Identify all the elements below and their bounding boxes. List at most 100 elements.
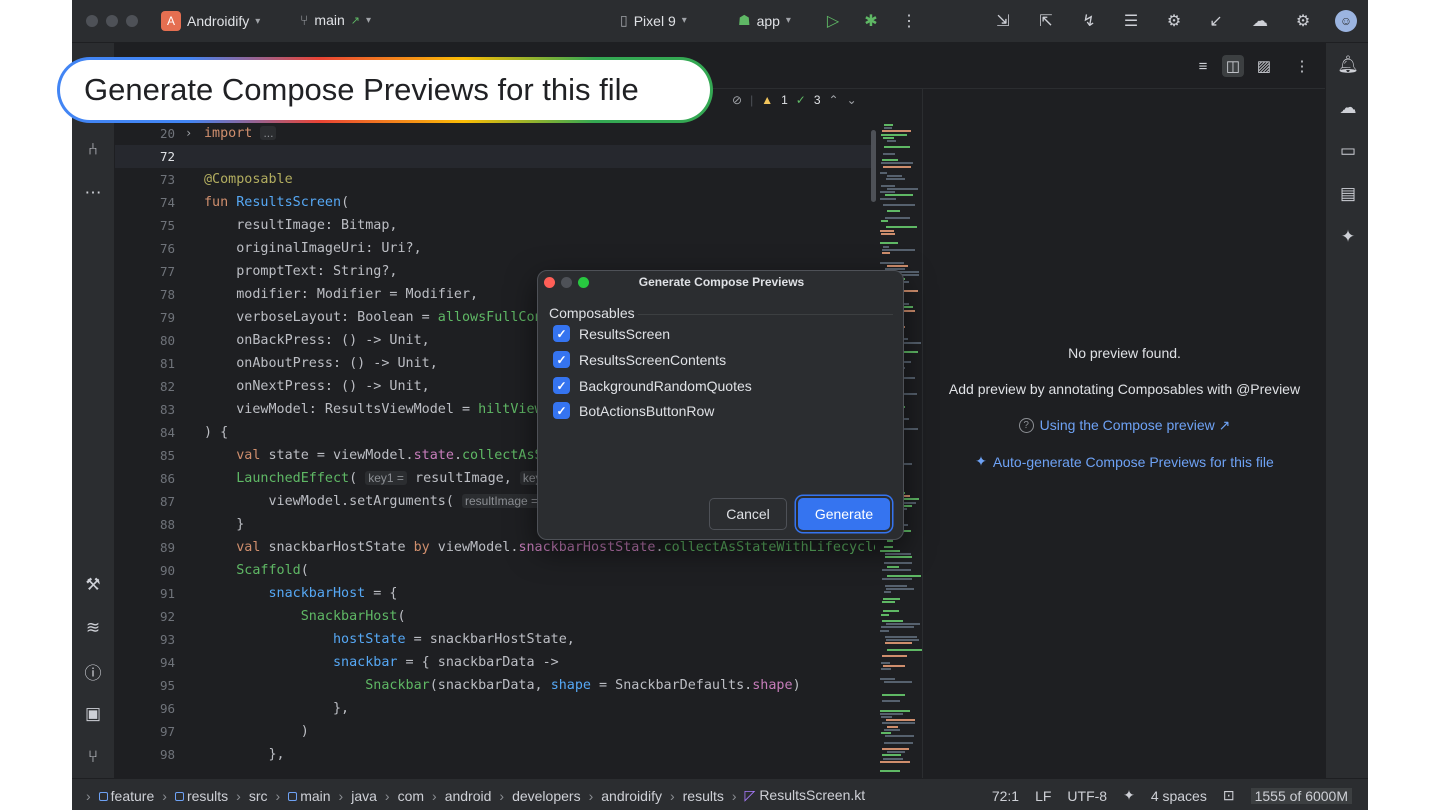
line-number[interactable]: 94	[115, 651, 175, 674]
split-view-icon[interactable]: ◫	[1222, 55, 1244, 77]
generate-button[interactable]: Generate	[798, 498, 890, 530]
line-number[interactable]: 97	[115, 720, 175, 743]
line-number[interactable]: 84	[115, 421, 175, 444]
line-number[interactable]: 20	[115, 122, 175, 145]
more-vertical-icon[interactable]: ⋮	[1291, 55, 1313, 77]
line-number[interactable]: 89	[115, 536, 175, 559]
device-selector[interactable]: ▯ Pixel 9 ▾	[620, 12, 687, 29]
line-number[interactable]: 83	[115, 398, 175, 421]
compose-preview-help-link[interactable]: ? Using the Compose preview ↗	[923, 417, 1326, 434]
line-separator[interactable]: LF	[1035, 788, 1051, 804]
project-selector[interactable]: A Androidify ▾	[161, 11, 260, 31]
code-line[interactable]: 98 },	[115, 743, 875, 766]
line-number[interactable]: 88	[115, 513, 175, 536]
code-line[interactable]: 92 SnackbarHost(	[115, 605, 875, 628]
code-line[interactable]: 72	[115, 145, 875, 168]
debug-icon[interactable]: ✱	[860, 10, 882, 32]
code-line[interactable]: 93 hostState = snackbarHostState,	[115, 628, 875, 651]
checkmark-icon[interactable]: ✓	[553, 377, 570, 394]
line-number[interactable]: 72	[115, 145, 175, 168]
run-config-selector[interactable]: ☗ app ▾	[738, 12, 791, 29]
code-line[interactable]: 76 originalImageUri: Uri?,	[115, 237, 875, 260]
checkmark-icon[interactable]: ✓	[553, 351, 570, 368]
gemini-icon[interactable]: ☁	[1249, 10, 1271, 32]
close-window-button[interactable]	[86, 15, 98, 27]
line-number[interactable]: 87	[115, 490, 175, 513]
line-number[interactable]: 91	[115, 582, 175, 605]
line-number[interactable]: 96	[115, 697, 175, 720]
sparkle-icon[interactable]: ✦	[1336, 225, 1360, 249]
line-number[interactable]: 78	[115, 283, 175, 306]
code-line[interactable]: 74 fun ResultsScreen(	[115, 191, 875, 214]
line-number[interactable]: 80	[115, 329, 175, 352]
line-number[interactable]: 98	[115, 743, 175, 766]
inspection-widget[interactable]: ⊘ | ▲ 1 ✓ 3 ⌃ ⌄	[732, 93, 857, 107]
code-line[interactable]: 91 snackbarHost = {	[115, 582, 875, 605]
settings-gear-icon[interactable]: ⚙	[1292, 10, 1314, 32]
composable-checkbox[interactable]: ✓ BackgroundRandomQuotes	[553, 377, 752, 394]
device-mirroring-icon[interactable]: ▭	[1336, 139, 1360, 163]
auto-generate-previews-link[interactable]: ✦ Auto-generate Compose Previews for thi…	[923, 453, 1326, 470]
zoom-window-button[interactable]	[126, 15, 138, 27]
minimize-window-button[interactable]	[106, 15, 118, 27]
code-line[interactable]: 97 )	[115, 720, 875, 743]
logcat-icon[interactable]: ≋	[81, 616, 105, 640]
breadcrumb-item[interactable]: androidify	[601, 788, 662, 804]
line-number[interactable]: 74	[115, 191, 175, 214]
composable-checkbox[interactable]: ✓ ResultsScreen	[553, 325, 670, 342]
line-number[interactable]: 76	[115, 237, 175, 260]
problems-icon[interactable]: ⓘ	[81, 659, 105, 683]
breadcrumb-item[interactable]: results	[174, 788, 228, 804]
code-line[interactable]: 20 › import ...	[115, 122, 875, 145]
hide-icon[interactable]: ⊘	[732, 93, 742, 107]
more-vertical-icon[interactable]: ⋮	[898, 10, 920, 32]
code-line[interactable]: 94 snackbar = { snackbarData ->	[115, 651, 875, 674]
profile-icon[interactable]: ↯	[1078, 10, 1100, 32]
breadcrumb-item[interactable]: feature	[98, 788, 154, 804]
composable-checkbox[interactable]: ✓ ResultsScreenContents	[553, 351, 726, 368]
layout-inspector-icon[interactable]: ☰	[1120, 10, 1142, 32]
line-number[interactable]: 77	[115, 260, 175, 283]
line-number[interactable]: 86	[115, 467, 175, 490]
terminal-icon[interactable]: ▣	[81, 702, 105, 726]
sparkle-icon[interactable]: ✦	[1123, 787, 1135, 804]
fold-chevron-icon[interactable]: ›	[185, 122, 192, 145]
breadcrumb-item[interactable]: ◸ ResultsScreen.kt	[745, 787, 866, 804]
attach-debugger-icon[interactable]: ↙	[1205, 10, 1227, 32]
breadcrumb-item[interactable]: java	[351, 788, 377, 804]
version-control-icon[interactable]: ⑂	[81, 745, 105, 769]
breadcrumb-item[interactable]: main	[288, 788, 331, 804]
checkmark-icon[interactable]: ✓	[553, 325, 570, 342]
code-line[interactable]: 75 resultImage: Bitmap,	[115, 214, 875, 237]
breadcrumb-item[interactable]: results	[683, 788, 724, 804]
running-devices-icon[interactable]: ▤	[1336, 182, 1360, 206]
notifications-bell-icon[interactable]: 🔔︎	[1336, 53, 1360, 77]
line-number[interactable]: 92	[115, 605, 175, 628]
line-number[interactable]: 93	[115, 628, 175, 651]
line-number[interactable]: 95	[115, 674, 175, 697]
code-view-icon[interactable]: ≡	[1192, 55, 1214, 77]
code-line[interactable]: 96 },	[115, 697, 875, 720]
line-number[interactable]: 90	[115, 559, 175, 582]
line-number[interactable]: 85	[115, 444, 175, 467]
device-manager-icon[interactable]: ⚙	[1163, 10, 1185, 32]
apply-code-changes-icon[interactable]: ⇱	[1035, 10, 1057, 32]
build-hammer-icon[interactable]: ⚒	[81, 573, 105, 597]
caret-position[interactable]: 72:1	[992, 788, 1019, 804]
line-number[interactable]: 73	[115, 168, 175, 191]
gemini-icon[interactable]: ☁	[1336, 96, 1360, 120]
breadcrumb-item[interactable]: src	[249, 788, 268, 804]
breadcrumb-item[interactable]: com	[398, 788, 424, 804]
code-line[interactable]: 95 Snackbar(snackbarData, shape = Snackb…	[115, 674, 875, 697]
code-line[interactable]: 73 @Composable	[115, 168, 875, 191]
checkmark-icon[interactable]: ✓	[553, 402, 570, 419]
cancel-button[interactable]: Cancel	[709, 498, 787, 530]
breadcrumb-item[interactable]: developers	[512, 788, 581, 804]
branch-selector[interactable]: ⑂ main ↗ ▾	[300, 12, 371, 28]
line-number[interactable]: 81	[115, 352, 175, 375]
indent-setting[interactable]: 4 spaces	[1151, 788, 1207, 804]
file-encoding[interactable]: UTF-8	[1067, 788, 1107, 804]
code-line[interactable]: 90 Scaffold(	[115, 559, 875, 582]
user-avatar-icon[interactable]: ☺	[1335, 10, 1357, 32]
lock-icon[interactable]: ⊡	[1223, 787, 1235, 804]
